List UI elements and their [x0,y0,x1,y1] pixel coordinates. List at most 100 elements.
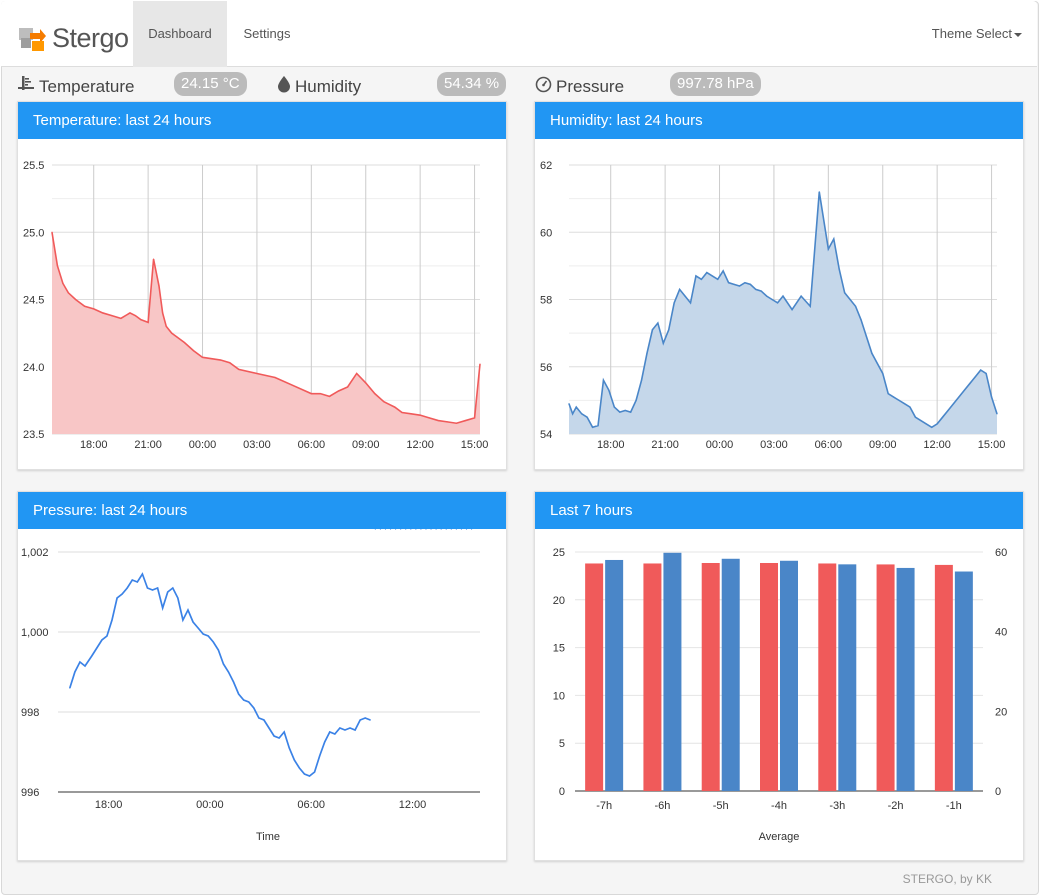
data-point [630,411,632,413]
x-tick-label: 00:00 [706,439,734,451]
data-point [229,362,231,364]
data-point [192,621,194,623]
data-point [217,649,219,651]
brand[interactable]: Stergo [18,23,129,54]
temperature-card-title: Temperature: last 24 hours [18,102,506,139]
data-point [854,305,857,307]
data-point [187,609,189,611]
footer-credit: STERGO, by KK [902,872,992,886]
data-point [435,529,437,530]
data-point [197,627,199,629]
data-point [760,290,762,292]
temperature-chart: 23.5 24.0 24.5 25.0 25.5 18:00 21:00 00:00 03:00… [23,160,489,451]
data-point [106,635,108,637]
data-point [947,409,949,412]
x-tick-label: 15:00 [461,439,489,451]
tab-settings[interactable]: Settings [227,1,307,67]
data-point [941,416,944,418]
data-point [374,393,376,395]
data-point [319,393,322,395]
data-point [428,417,430,419]
data-point [568,403,570,405]
tab-dashboard[interactable]: Dashboard [133,1,227,67]
data-point [192,350,195,352]
data-point [165,325,167,327]
data-point [292,384,294,387]
data-point [958,396,960,398]
data-point [651,329,654,331]
data-point [268,727,270,729]
bar-humidity [954,571,973,791]
data-point [996,413,998,415]
data-point [727,282,730,284]
data-point [253,707,255,709]
data-point [151,589,154,591]
data-point [162,607,164,609]
data-point [662,342,664,344]
y-left-tick-label: 20 [553,595,565,607]
data-point [273,735,275,737]
data-point [405,529,407,530]
data-point [624,409,626,412]
y-left-tick-label: 10 [553,690,565,702]
x-tick-label: -5h [713,800,729,812]
data-point [613,406,615,408]
data-point [222,663,225,665]
data-point [369,719,371,721]
data-point [337,390,340,392]
data-point [210,358,213,360]
x-tick-label: 06:00 [297,799,325,811]
x-tick-label: 06:00 [815,439,843,451]
data-point [980,369,982,371]
data-point [450,529,452,530]
data-point [176,336,178,338]
data-point [258,717,260,719]
bar-humidity [896,567,915,791]
stergo-logo-icon [19,27,46,51]
data-point [415,529,417,530]
x-axis-label: Time [256,831,280,843]
data-point [887,393,889,395]
data-point [212,641,214,643]
y-tick-label: 58 [540,295,552,307]
data-point [827,248,829,250]
x-tick-label: 21:00 [651,439,679,451]
data-point [437,419,439,422]
bar-humidity [663,552,682,791]
data-point [974,376,976,378]
data-point [771,298,773,301]
data-point [717,278,719,280]
data-point [586,416,588,418]
data-point [800,295,802,297]
last7-card: Last 7 hours 0 5 10 15 20 25 0 20 40 60 -7h -6h -5h -… [534,491,1024,861]
data-point [849,298,851,301]
data-point [744,282,746,284]
x-tick-label: 00:00 [189,439,217,451]
data-point [791,308,793,311]
data-point [711,275,713,277]
data-point [177,597,179,599]
data-point [356,372,358,375]
bar-humidity [838,564,857,791]
data-point [389,529,392,530]
data-point [67,292,69,294]
data-point [121,593,123,595]
humidity-chart: 54 56 58 60 62 18:00 21:00 00:00 03:00 06:00 09:00… [540,160,1005,451]
pressure-card-title: Pressure: last 24 hours [18,492,506,529]
theme-select-dropdown[interactable]: Theme Select [932,1,1022,67]
data-point [400,529,402,530]
data-point [388,403,390,406]
data-point [167,591,169,593]
temperature-card: Temperature: last 24 hours 23.5 24.0 24.5 2… [17,101,507,470]
y-tick-label: 62 [540,160,552,172]
data-point [339,727,341,729]
brand-name: Stergo [52,23,129,53]
bar-temperature [876,564,895,791]
data-point [69,687,71,689]
last7-chart: 0 5 10 15 20 25 0 20 40 60 -7h -6h -5h -4h -3h -2h -1h Av… [553,547,1008,843]
data-point [146,587,149,589]
data-point [328,395,331,397]
data-point [464,419,467,422]
y-tick-label: 24.0 [23,362,44,374]
caret-down-icon [1014,32,1022,37]
